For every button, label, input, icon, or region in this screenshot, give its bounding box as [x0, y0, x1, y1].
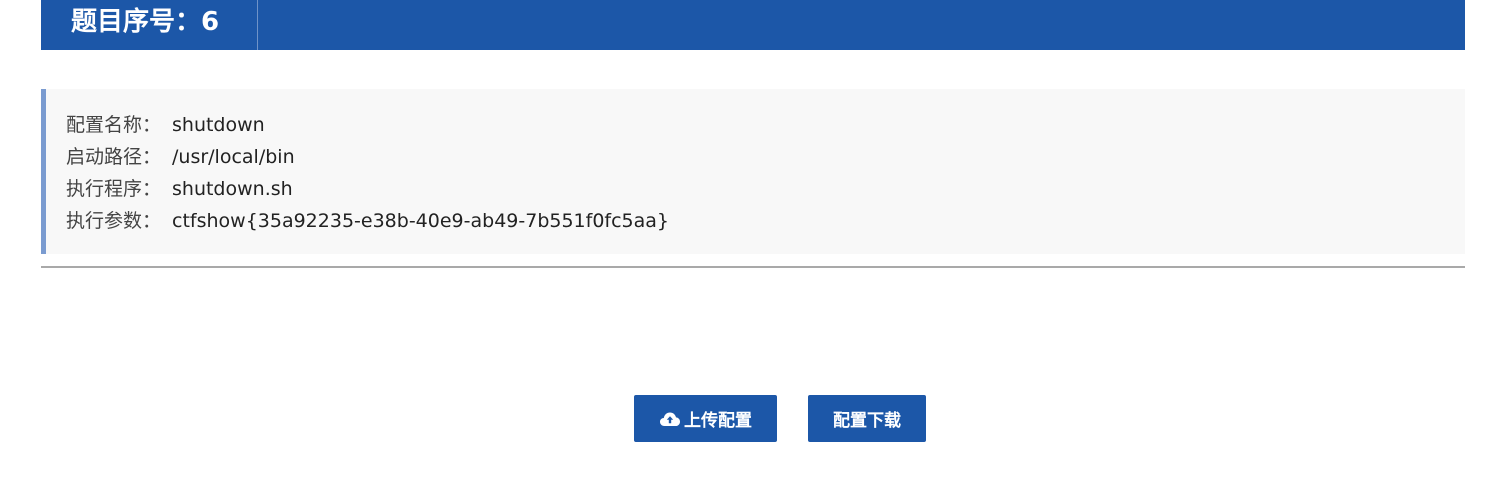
header-bar: 题目序号：6 [41, 0, 1465, 50]
args-value: ctfshow{35a92235-e38b-40e9-ab49-7b551f0f… [172, 210, 670, 232]
program-value: shutdown.sh [172, 178, 293, 200]
config-name-value: shutdown [172, 114, 265, 136]
upload-config-label: 上传配置 [684, 411, 752, 431]
startup-path-value: /usr/local/bin [172, 146, 295, 168]
config-row-name: 配置名称： shutdown [66, 109, 669, 141]
section-divider [41, 266, 1465, 268]
args-label: 执行参数： [66, 210, 162, 232]
page-title: 题目序号：6 [41, 0, 258, 50]
config-row-args: 执行参数： ctfshow{35a92235-e38b-40e9-ab49-7b5… [66, 205, 669, 237]
upload-config-button[interactable]: 上传配置 [634, 395, 777, 442]
program-label: 执行程序： [66, 178, 162, 200]
config-name-label: 配置名称： [66, 114, 162, 136]
download-config-button[interactable]: 配置下载 [808, 395, 926, 442]
config-row-path: 启动路径： /usr/local/bin [66, 141, 669, 173]
download-config-label: 配置下载 [833, 411, 901, 431]
cloud-upload-icon [659, 411, 681, 427]
config-info-list: 配置名称： shutdown 启动路径： /usr/local/bin 执行程序： s… [66, 109, 669, 237]
config-info-panel: 配置名称： shutdown 启动路径： /usr/local/bin 执行程序： s… [41, 89, 1465, 254]
startup-path-label: 启动路径： [66, 146, 162, 168]
config-row-program: 执行程序： shutdown.sh [66, 173, 669, 205]
